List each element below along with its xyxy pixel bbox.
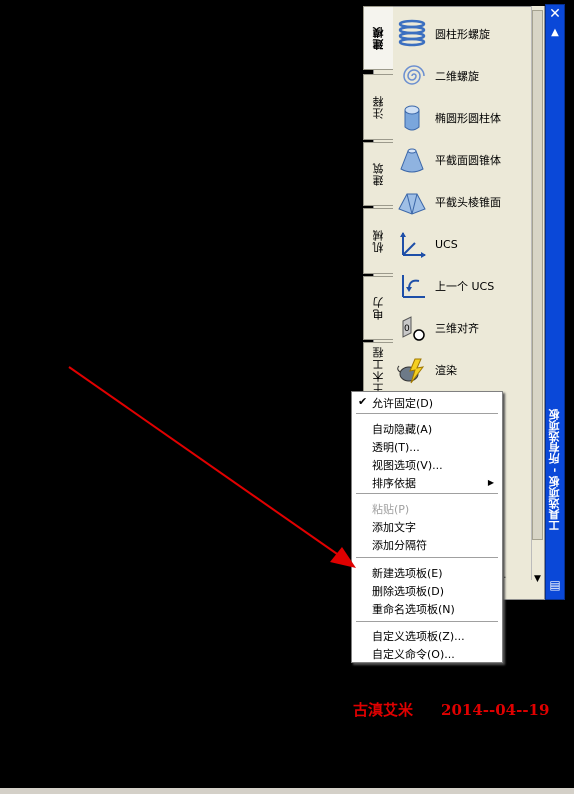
submenu-arrow-icon: ▶ — [487, 478, 494, 487]
ucs-previous-icon — [395, 269, 429, 303]
menu-item-customize-palettes[interactable]: 自定义选项板(Z)... — [372, 628, 465, 644]
tool-label: 二维螺旋 — [435, 70, 479, 83]
menu-item-sort-by[interactable]: 排序依据 — [372, 475, 416, 491]
menu-item-new-palette[interactable]: 新建选项板(E) — [372, 565, 443, 581]
palette-tabs: 建模 注释 建筑 机械 电力 土木工程 — [363, 6, 393, 406]
menu-item-customize-commands[interactable]: 自定义命令(O)... — [372, 646, 455, 662]
watermark-date: 2014--04--19 — [441, 701, 550, 719]
ucs-icon — [395, 227, 429, 261]
tab-architecture[interactable]: 建筑 — [363, 142, 393, 206]
tool-label: 平截头棱锥面 — [435, 196, 501, 209]
menu-item-view-options[interactable]: 视图选项(V)... — [372, 457, 443, 473]
helix-icon — [395, 17, 429, 51]
menu-item-delete-palette[interactable]: 删除选项板(D) — [372, 583, 444, 599]
menu-item-allow-docking[interactable]: 允许固定(D) — [372, 395, 433, 411]
scroll-down-icon[interactable]: ▼ — [531, 574, 544, 585]
tab-electrical[interactable]: 电力 — [363, 276, 393, 340]
tool-label: 椭圆形圆柱体 — [435, 112, 501, 125]
watermark: 古滇艾米 2014--04--19 — [353, 699, 549, 720]
menu-separator — [356, 413, 498, 414]
frustum-pyramid-icon — [395, 185, 429, 219]
tool-ucs[interactable]: UCS — [395, 224, 533, 264]
elliptical-cylinder-icon — [395, 101, 429, 135]
menu-separator — [356, 621, 498, 622]
context-menu: ✔ 允许固定(D) 自动隐藏(A) 透明(T)... 视图选项(V)... 排序… — [351, 391, 503, 663]
menu-item-rename-palette[interactable]: 重命名选项板(N) — [372, 601, 455, 617]
tab-mechanical[interactable]: 机械 — [363, 208, 393, 274]
menu-item-add-separator[interactable]: 添加分隔符 — [372, 537, 427, 553]
menu-item-paste: 粘贴(P) — [372, 503, 410, 516]
menu-item-add-text[interactable]: 添加文字 — [372, 519, 416, 535]
tool-ucs-previous[interactable]: 上一个 UCS — [395, 266, 533, 306]
tool-helix[interactable]: 圆柱形螺旋 — [395, 14, 533, 54]
scrollbar-thumb[interactable] — [532, 10, 543, 540]
tool-label: 渲染 — [435, 364, 457, 377]
tab-civil[interactable]: 土木工程 — [363, 342, 393, 398]
tool-3d-align[interactable]: 0 三维对齐 — [395, 308, 533, 348]
tool-label: 平截面圆锥体 — [435, 154, 501, 167]
menu-item-transparency[interactable]: 透明(T)... — [372, 439, 420, 455]
tab-modeling[interactable]: 建模 — [363, 6, 393, 70]
tool-label: UCS — [435, 237, 458, 251]
menu-separator — [356, 557, 498, 558]
spiral-icon — [395, 59, 429, 93]
check-icon: ✔ — [358, 395, 368, 408]
tool-frustum-pyramid[interactable]: 平截头棱锥面 — [395, 182, 533, 222]
3d-align-icon: 0 — [395, 311, 429, 345]
frustum-cone-icon — [395, 143, 429, 177]
tool-spiral[interactable]: 二维螺旋 — [395, 56, 533, 96]
palette-title: 工具选项板 - 所有选项板 — [548, 408, 561, 532]
svg-text:0: 0 — [404, 324, 410, 334]
tool-render[interactable]: 渲染 — [395, 350, 533, 390]
tool-label: 三维对齐 — [435, 322, 479, 335]
close-icon[interactable]: ✕ — [547, 6, 563, 22]
menu-separator — [356, 493, 498, 494]
watermark-author: 古滇艾米 — [353, 701, 414, 719]
palette-menu-icon[interactable]: ▤ — [548, 578, 562, 594]
tool-label: 圆柱形螺旋 — [435, 28, 490, 41]
tool-elliptical-cylinder[interactable]: 椭圆形圆柱体 — [395, 98, 533, 138]
menu-item-auto-hide[interactable]: 自动隐藏(A) — [372, 421, 432, 437]
tool-frustum-cone[interactable]: 平截面圆锥体 — [395, 140, 533, 180]
tab-annotation[interactable]: 注释 — [363, 74, 393, 140]
partial-text: . — [503, 568, 507, 581]
tool-label: 上一个 UCS — [435, 280, 495, 293]
bottom-strip — [0, 788, 574, 794]
properties-icon[interactable]: ▲ — [548, 26, 562, 40]
render-teapot-icon — [395, 353, 429, 387]
